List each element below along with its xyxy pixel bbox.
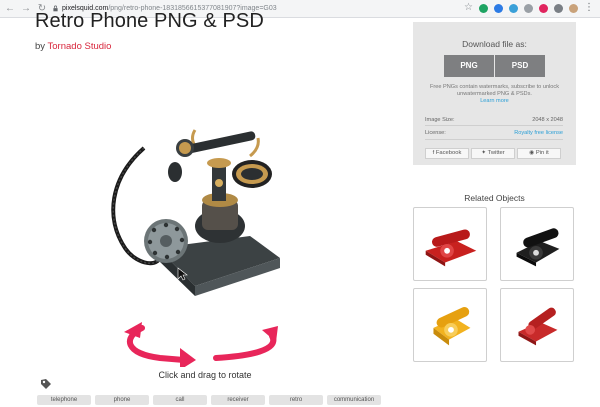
extension-icon[interactable] <box>554 3 563 13</box>
watermark-note-text: Free PNGs contain watermarks, subscribe … <box>429 84 560 97</box>
image-size-value: 2048 x 2048 <box>532 117 563 123</box>
image-size-label: Image Size: <box>425 117 455 123</box>
download-psd-button[interactable]: PSD <box>495 55 545 77</box>
learn-more-link[interactable]: Learn more <box>480 98 509 104</box>
facebook-icon: f <box>432 150 435 156</box>
license-row: License: Royalty free license <box>425 130 563 136</box>
image-size-row: Image Size: 2048 x 2048 <box>425 117 563 123</box>
byline-prefix: by <box>35 41 46 52</box>
facebook-share-label: Facebook <box>435 150 462 156</box>
download-png-button[interactable]: PNG <box>444 55 494 77</box>
related-object-card[interactable] <box>413 288 487 362</box>
twitter-icon: ✦ <box>481 150 487 156</box>
back-icon[interactable]: ← <box>4 3 16 15</box>
tag-chip[interactable]: telephone <box>37 395 91 405</box>
pinterest-icon: ◉ <box>529 150 535 156</box>
black-rotary-phone-image <box>516 228 560 267</box>
tag-chip[interactable]: communication <box>327 395 381 405</box>
red-rotary-phone-image <box>425 229 477 267</box>
related-object-card[interactable] <box>413 207 487 281</box>
rotate-arrows-icon <box>124 322 278 367</box>
tag-icon <box>41 379 51 389</box>
license-label: License: <box>425 130 446 136</box>
download-panel: Download file as: PNG PSD Free PNGs cont… <box>413 22 576 165</box>
product-3d-viewer[interactable] <box>100 108 290 308</box>
tag-list: telephone phone call receiver retro comm… <box>37 395 381 405</box>
page-title: Retro Phone PNG & PSD <box>35 10 264 32</box>
pinterest-share-label: Pin it <box>535 150 549 156</box>
extension-icon[interactable] <box>539 3 548 13</box>
tag-chip[interactable]: retro <box>269 395 323 405</box>
rotate-hint-text: Click and drag to rotate <box>158 370 252 380</box>
related-object-card[interactable] <box>500 207 574 281</box>
tag-chip[interactable]: call <box>153 395 207 405</box>
menu-kebab-icon[interactable]: ⋮ <box>584 3 594 13</box>
twitter-share-button[interactable]: ✦ Twitter <box>471 148 515 159</box>
tag-chip[interactable]: receiver <box>211 395 265 405</box>
related-object-card[interactable] <box>500 288 574 362</box>
pinterest-share-button[interactable]: ◉ Pin it <box>517 148 561 159</box>
tag-chip[interactable]: phone <box>95 395 149 405</box>
byline: by Tornado Studio <box>35 41 111 52</box>
extension-icon[interactable] <box>524 3 533 13</box>
extension-icon[interactable] <box>494 3 503 13</box>
related-objects-title: Related Objects <box>464 193 525 203</box>
divider <box>425 125 563 126</box>
twitter-share-label: Twitter <box>487 150 505 156</box>
facebook-share-button[interactable]: f Facebook <box>425 148 469 159</box>
red-phone-image <box>518 307 558 346</box>
license-link[interactable]: Royalty free license <box>514 130 563 136</box>
download-title: Download file as: <box>462 39 527 49</box>
watermark-note: Free PNGs contain watermarks, subscribe … <box>421 84 568 105</box>
avatar[interactable] <box>569 3 578 13</box>
extension-icon[interactable] <box>509 3 518 13</box>
bookmark-star-icon[interactable]: ☆ <box>464 3 473 13</box>
yellow-rotary-phone-image <box>433 307 471 346</box>
author-link[interactable]: Tornado Studio <box>48 41 112 52</box>
divider <box>425 139 563 140</box>
forward-icon[interactable]: → <box>20 3 32 15</box>
extension-icon[interactable] <box>479 3 488 13</box>
